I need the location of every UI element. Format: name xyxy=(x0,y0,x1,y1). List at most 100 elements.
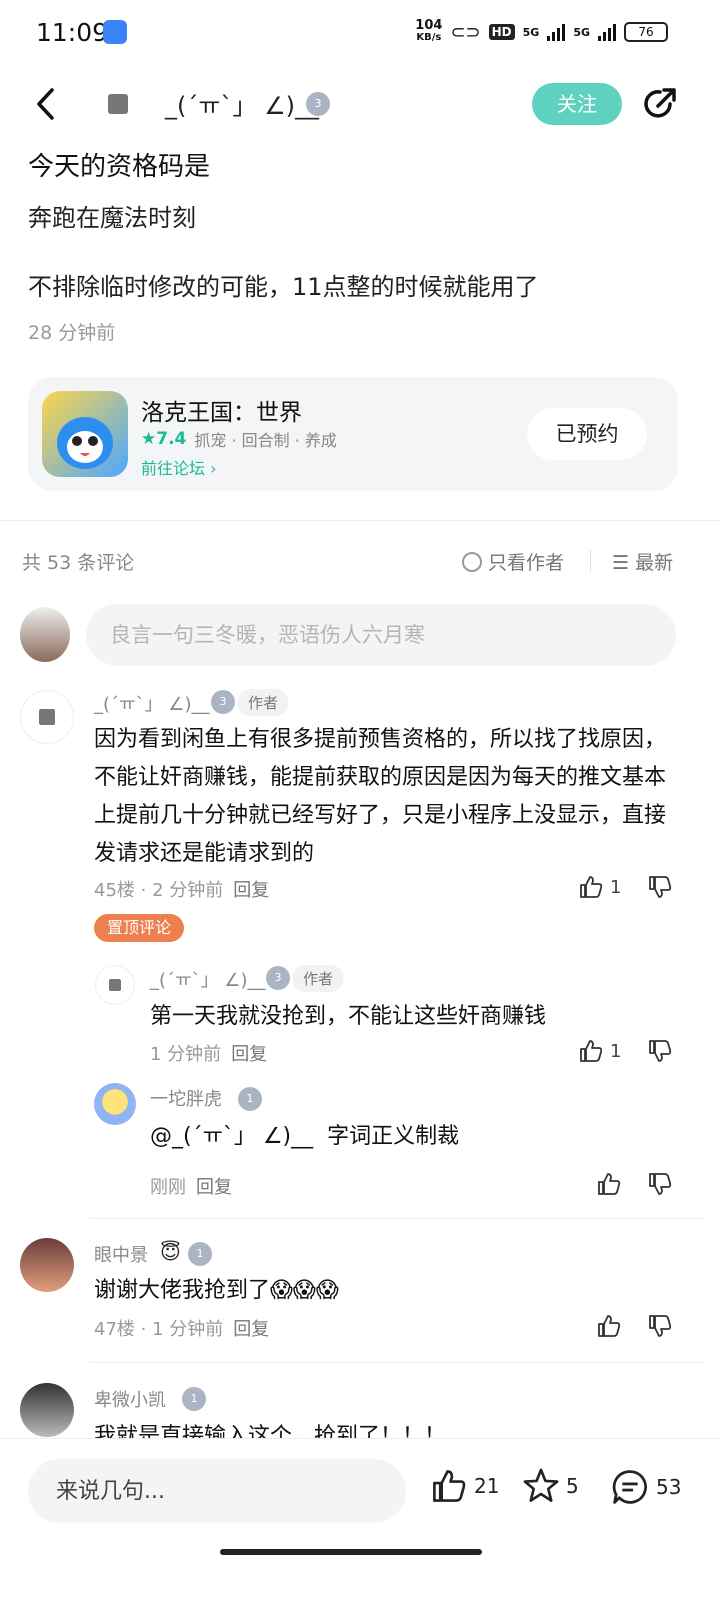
reply-button[interactable]: 回复 xyxy=(233,880,269,901)
post-like-button[interactable]: 21 xyxy=(430,1467,499,1505)
reply-meta: 1 分钟前 回复 xyxy=(150,1040,267,1066)
post-line-2: 不排除临时修改的可能，11点整的时候就能用了 xyxy=(28,273,539,301)
post-star-count: 5 xyxy=(566,1474,579,1498)
thumbs-up-icon xyxy=(580,1040,603,1062)
like-button[interactable] xyxy=(596,1171,622,1201)
reply-meta-text: 刚刚 xyxy=(150,1177,186,1198)
reply-body: 字词正义制裁 xyxy=(327,1124,460,1149)
thumbs-down-icon xyxy=(649,1173,672,1195)
status-indicators: 104 KB/s ⊂⊃ HD 5G 5G 76 xyxy=(415,18,668,44)
back-arrow-icon xyxy=(37,88,54,120)
dislike-button[interactable] xyxy=(647,1171,673,1201)
bottom-comment-box[interactable] xyxy=(28,1459,406,1523)
level-badge: 3 xyxy=(211,690,235,714)
row-divider xyxy=(90,1218,704,1219)
comment-meta: 45楼 · 2 分钟前 回复 xyxy=(94,876,269,902)
reply-author-name[interactable]: 一坨胖虎 xyxy=(150,1085,222,1111)
post-title: 今天的资格码是 xyxy=(28,152,211,182)
like-button[interactable] xyxy=(596,1313,622,1343)
game-meta: ★7.4 抓宠 · 回合制 · 养成 xyxy=(141,427,337,451)
comment-text: 因为看到闲鱼上有很多提前预售资格的，所以找了找原因，不能让奸商赚钱，能提前获取的… xyxy=(94,727,667,866)
comment-avatar[interactable] xyxy=(20,1383,74,1437)
post-comment-button[interactable]: 53 xyxy=(610,1467,681,1507)
like-count: 1 xyxy=(610,1040,622,1062)
medal-icon: 😇 xyxy=(160,1240,181,1264)
reply-avatar[interactable] xyxy=(94,1083,136,1125)
sim1-label: 5G xyxy=(522,25,540,39)
comments-header: 共 53 条评论 只看作者 ☰ 最新 xyxy=(0,540,720,580)
hd-icon: HD xyxy=(488,24,515,40)
top-nav: _(´ㅠ`」 ∠)__ 3 关注 xyxy=(0,70,720,140)
reserve-button[interactable]: 已预约 xyxy=(527,408,647,460)
link-app-icon xyxy=(103,20,127,44)
share-button[interactable] xyxy=(640,84,680,124)
signal-icon-2 xyxy=(598,23,616,41)
thumbs-up-icon xyxy=(580,876,603,898)
sort-button[interactable]: ☰ 最新 xyxy=(612,548,673,575)
follow-button[interactable]: 关注 xyxy=(532,83,622,125)
comment-input-box[interactable] xyxy=(86,604,676,666)
reply-button[interactable]: 回复 xyxy=(231,1044,267,1065)
comment-avatar[interactable] xyxy=(20,690,74,744)
reply-author-name[interactable]: _(´ㅠ`」 ∠)__ xyxy=(150,966,265,992)
my-avatar xyxy=(20,607,70,662)
like-count: 1 xyxy=(610,876,622,898)
comment-count: 共 53 条评论 xyxy=(22,552,135,574)
post-time: 28 分钟前 xyxy=(28,322,116,344)
comment-meta-text: 45楼 · 2 分钟前 xyxy=(94,880,224,901)
home-indicator[interactable] xyxy=(220,1549,482,1555)
reply-avatar[interactable] xyxy=(95,965,135,1005)
only-author-toggle[interactable]: 只看作者 xyxy=(462,548,564,575)
comment-bubble-icon xyxy=(612,1470,647,1504)
level-badge: 3 xyxy=(266,966,290,990)
thumbs-down-icon xyxy=(649,1040,672,1062)
net-speed: 104 xyxy=(415,18,443,33)
level-badge: 1 xyxy=(188,1242,212,1266)
like-button[interactable]: 1 xyxy=(578,1038,621,1064)
signal-icon xyxy=(547,23,566,41)
battery-icon: 76 xyxy=(624,22,668,42)
forum-link[interactable]: 前往论坛 › xyxy=(141,455,217,479)
comment-text: 我就是直接输入这个，抢到了！！！ xyxy=(94,1424,447,1438)
thumbs-up-icon xyxy=(433,1470,466,1502)
game-card[interactable]: 洛克王国：世界 ★7.4 抓宠 · 回合制 · 养成 前往论坛 › 已预约 xyxy=(28,377,678,491)
author-tag: 作者 xyxy=(238,689,289,716)
post-star-button[interactable]: 5 xyxy=(522,1467,579,1505)
comment-avatar[interactable] xyxy=(20,1238,74,1292)
status-time: 11:09 xyxy=(36,18,109,47)
section-divider xyxy=(0,520,720,521)
post-comment-count: 53 xyxy=(656,1475,682,1499)
level-badge: 1 xyxy=(182,1387,206,1411)
game-rating: ★7.4 xyxy=(141,429,187,449)
sim2-label: 5G xyxy=(573,25,590,39)
mention[interactable]: @_(´ㅠ`」 ∠)__ xyxy=(150,1124,313,1149)
comment-author-name[interactable]: 卑微小凯 xyxy=(94,1386,166,1412)
comment-input[interactable] xyxy=(86,604,676,666)
dislike-button[interactable] xyxy=(647,1313,673,1343)
post-like-count: 21 xyxy=(474,1474,500,1498)
post-line-1: 奔跑在魔法时刻 xyxy=(28,204,196,232)
reply-meta-text: 1 分钟前 xyxy=(150,1044,222,1065)
author-avatar[interactable] xyxy=(108,94,128,114)
dislike-button[interactable] xyxy=(647,1038,673,1068)
comment-author-name[interactable]: _(´ㅠ`」 ∠)__ xyxy=(94,690,209,716)
like-button[interactable]: 1 xyxy=(578,874,621,900)
dislike-button[interactable] xyxy=(647,874,673,904)
back-button[interactable] xyxy=(30,84,64,124)
game-name: 洛克王国：世界 xyxy=(141,400,302,426)
author-name[interactable]: _(´ㅠ`」 ∠)__ xyxy=(165,86,319,121)
reply-button[interactable]: 回复 xyxy=(196,1177,232,1198)
comment-meta-text: 47楼 · 1 分钟前 xyxy=(94,1319,224,1340)
thumbs-up-icon xyxy=(598,1315,621,1337)
row-divider xyxy=(90,1362,704,1363)
hotspot-icon: ⊂⊃ xyxy=(450,21,481,43)
bottom-comment-input[interactable] xyxy=(28,1459,406,1523)
divider xyxy=(590,550,591,572)
comment-author-name[interactable]: 眼中景 xyxy=(94,1241,148,1267)
comment-meta: 47楼 · 1 分钟前 回复 xyxy=(94,1315,269,1341)
reply-button[interactable]: 回复 xyxy=(233,1319,269,1340)
bottom-bar: 21 5 53 xyxy=(0,1438,720,1601)
share-icon xyxy=(644,88,676,118)
game-icon xyxy=(42,391,128,477)
reply-meta: 刚刚 回复 xyxy=(150,1173,232,1199)
